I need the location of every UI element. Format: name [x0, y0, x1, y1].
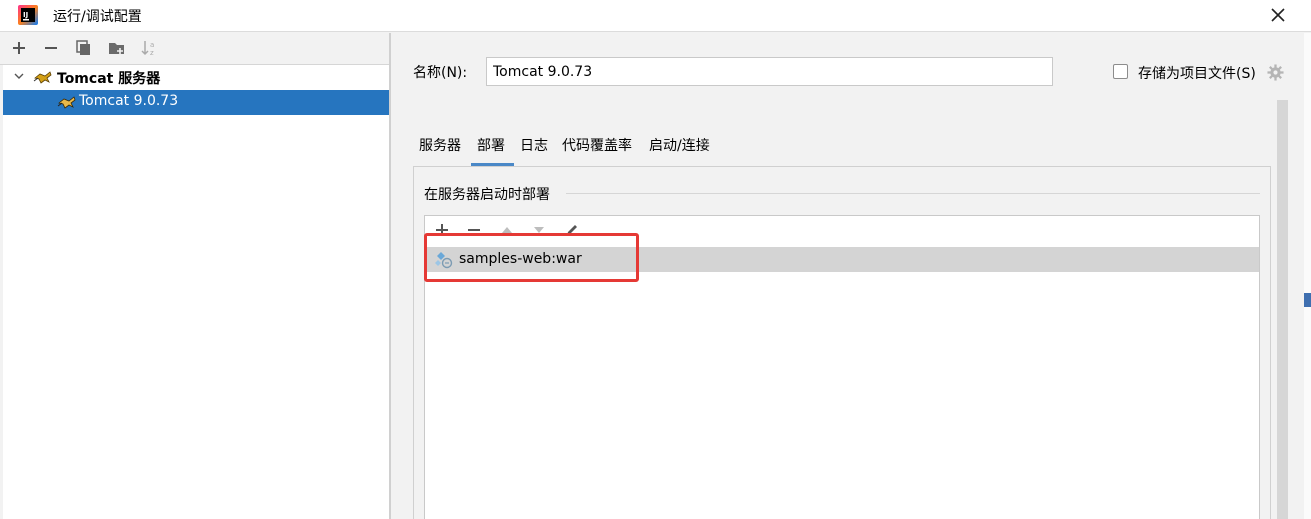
window-edge [1304, 33, 1311, 519]
sort-icon[interactable]: a z [140, 39, 158, 57]
intellij-idea-icon: IJ [18, 5, 38, 25]
gear-icon[interactable] [1267, 64, 1284, 81]
close-icon[interactable] [1266, 3, 1290, 27]
tomcat-icon [33, 71, 52, 84]
svg-text:IJ: IJ [23, 11, 28, 19]
tab-server[interactable]: 服务器 [419, 135, 461, 155]
name-label: 名称(N): [413, 65, 468, 81]
config-toolbar: a z [0, 33, 390, 65]
add-icon[interactable] [10, 39, 28, 57]
vertical-scrollbar[interactable] [1277, 100, 1288, 519]
svg-text:z: z [150, 49, 154, 57]
tab-deployment[interactable]: 部署 [477, 135, 505, 155]
section-divider [566, 193, 1260, 194]
tab-code-coverage[interactable]: 代码覆盖率 [562, 135, 632, 155]
title-bar [0, 0, 1311, 32]
panel-splitter[interactable] [389, 33, 391, 519]
tree-node-tomcat-9-0-73[interactable]: Tomcat 9.0.73 [3, 90, 390, 115]
edge-marker [1304, 293, 1311, 307]
name-input[interactable] [486, 57, 1053, 86]
store-as-project-file-checkbox[interactable] [1113, 64, 1128, 79]
tree-node-label: Tomcat 9.0.73 [79, 93, 179, 109]
copy-icon[interactable] [75, 39, 93, 57]
chevron-down-icon[interactable] [13, 70, 25, 82]
window-title: 运行/调试配置 [53, 9, 142, 25]
highlight-annotation [424, 233, 639, 282]
tomcat-icon [57, 96, 76, 109]
remove-icon[interactable] [42, 39, 60, 57]
tree-node-tomcat-server[interactable]: Tomcat 服务器 [3, 65, 390, 90]
section-title: 在服务器启动时部署 [424, 187, 550, 203]
store-as-project-file-label[interactable]: 存储为项目文件(S) [1138, 63, 1256, 83]
tree-node-label: Tomcat 服务器 [57, 71, 161, 87]
tab-logs[interactable]: 日志 [520, 135, 548, 155]
tab-startup-connection[interactable]: 启动/连接 [649, 135, 710, 155]
new-folder-icon[interactable] [108, 39, 126, 57]
svg-text:a: a [150, 41, 154, 49]
config-tree: Tomcat 服务器 Tomcat 9.0.73 [3, 65, 390, 519]
